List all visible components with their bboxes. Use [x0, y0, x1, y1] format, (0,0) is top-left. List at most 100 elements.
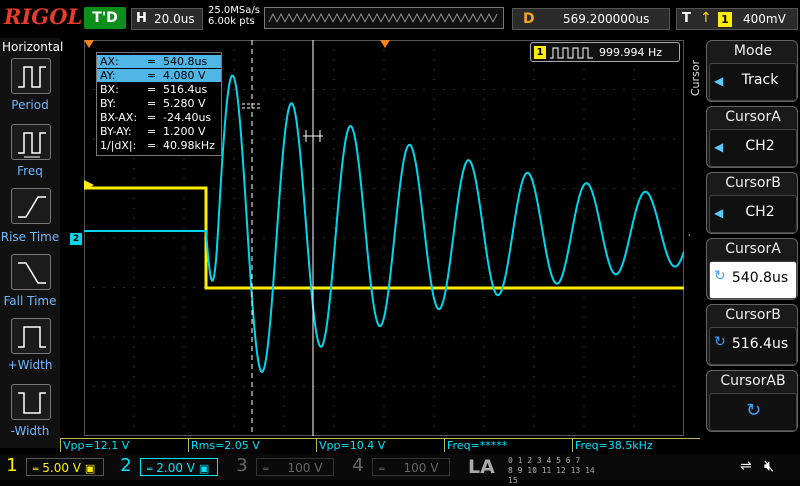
trigger-delay-marker [380, 40, 390, 48]
ch1-scale-box[interactable]: ═ 5.00 V ▣ [26, 458, 104, 476]
ch3-scale-box[interactable]: ═ 100 V [256, 458, 334, 476]
ch4-scale-box[interactable]: ═ 100 V [372, 458, 450, 476]
trigger-key-label: T [682, 11, 691, 26]
cursora-source-value: CH2 [745, 138, 775, 154]
cursor-readout-value: 4.080 V [163, 69, 206, 82]
cursor-readout-equals: = [147, 55, 157, 68]
ch3-scale-value: 100 V [287, 461, 323, 475]
ch1-number[interactable]: 1 [4, 455, 20, 476]
sample-info: 25.0MSa/s 6.00k pts [208, 5, 260, 27]
ch2-scale-value: 2.00 V [156, 461, 195, 475]
dc-coupling-icon: ═ [33, 465, 39, 475]
cursor-readout-row: BY: = 5.280 V [97, 97, 221, 110]
trigger-channel-badge: 1 [718, 12, 732, 27]
measurement-vpp-ch1[interactable]: Vpp=12.1 V [60, 438, 188, 452]
cursor-readout-name: BX-AX: [100, 111, 138, 124]
ch3-coupling-icon: ═ [263, 465, 269, 475]
freq-label: Freq [17, 164, 43, 178]
cursor-readout-name: BY: [100, 97, 116, 110]
ch4-number[interactable]: 4 [350, 455, 366, 476]
freq-channel-badge: 1 [534, 46, 546, 59]
logic-analyzer-label[interactable]: LA [468, 456, 495, 478]
cursor-readout-name: BY-AY: [100, 125, 132, 138]
measurement-freq-ch1[interactable]: Freq=***** [444, 438, 572, 452]
rising-edge-icon: ↑ [700, 10, 712, 26]
speaker-mute-icon[interactable]: 🔇︎ [764, 456, 774, 476]
positive-width-icon [18, 326, 46, 348]
cursor-readout-row: BX: = 516.4us [97, 83, 221, 96]
cursor-readout-equals: = [147, 125, 157, 138]
cursor-readout-value: 540.8us [163, 55, 208, 68]
cursorb-source-title: CursorB [725, 175, 781, 191]
usb-icon: ⇌ [740, 458, 752, 474]
ch4-scale-value: 100 V [403, 461, 439, 475]
cursor-readout-row: AY: = 4.080 V [97, 69, 221, 82]
cursorb-source-softkey[interactable]: CursorB ◀ CH2 [706, 172, 798, 234]
cursor-readout-panel: AX: = 540.8us AY: = 4.080 V BX: = 516.4us BY: = 5.2… [96, 52, 222, 156]
cursorb-source-value: CH2 [745, 204, 775, 220]
cursor-readout-value: -24.40us [163, 111, 212, 124]
ch2-number[interactable]: 2 [118, 455, 134, 476]
memory-depth-track[interactable] [264, 7, 504, 29]
ch2-scale-box[interactable]: ═ 2.00 V ▣ [140, 458, 218, 476]
logic-channels-high: 8 9 10 11 12 13 14 15 [508, 466, 595, 485]
cursor-readout-equals: = [147, 97, 157, 110]
measurement-freq-ch2[interactable]: Freq=38.5kHz [572, 438, 700, 452]
trigger-box[interactable]: T ↑ 1 400mV [676, 8, 798, 30]
rise-time-button[interactable] [11, 188, 51, 224]
cursora-position-softkey[interactable]: CursorA ↻ 540.8us [706, 238, 798, 300]
horizontal-key-label: H [136, 11, 147, 26]
freq-icon [18, 132, 46, 158]
toolbar-title: Horizontal [2, 40, 64, 54]
expand-arrow-icon: ◀ [714, 206, 724, 220]
cursorab-softkey[interactable]: CursorAB ↻ [706, 370, 798, 432]
positive-width-button[interactable] [11, 318, 51, 354]
ch1-offset-marker [84, 180, 94, 190]
cursorab-title: CursorAB [720, 373, 786, 389]
cursora-position-value-box: ↻ 540.8us [709, 261, 797, 299]
period-label: Period [11, 98, 49, 112]
brand-logo: RIGOL [4, 4, 83, 29]
trigger-level-value: 400mV [743, 12, 786, 26]
cursor-readout-name: AX: [100, 55, 119, 68]
fall-time-icon [18, 262, 46, 284]
fall-time-button[interactable] [11, 254, 51, 290]
measurement-vpp-ch2[interactable]: Vpp=10.4 V [316, 438, 444, 452]
measurement-rms[interactable]: Rms=2.05 V [188, 438, 316, 452]
logic-channel-grid[interactable]: 0 1 2 3 4 5 6 7 8 9 10 11 12 13 14 15 [508, 456, 606, 485]
cursorb-position-softkey[interactable]: CursorB ↻ 516.4us [706, 304, 798, 366]
rise-time-icon [18, 196, 46, 218]
cursora-position-value: 540.8us [731, 270, 789, 286]
ch3-number[interactable]: 3 [234, 455, 250, 476]
positive-width-label: +Width [7, 358, 53, 372]
expand-arrow-icon: ◀ [714, 140, 724, 154]
memory-points: 6.00k pts [208, 16, 255, 27]
cursorb-position-value: 516.4us [731, 336, 789, 352]
cursor-readout-value: 1.200 V [163, 125, 206, 138]
negative-width-icon [18, 392, 46, 414]
mode-title: Mode [733, 43, 773, 59]
square-wave-icon [550, 47, 593, 59]
freq-button[interactable] [11, 124, 51, 160]
cursor-readout-equals: = [147, 139, 157, 152]
ch4-coupling-icon: ═ [379, 465, 385, 475]
cursorb-position-title: CursorB [725, 307, 781, 323]
sample-rate: 25.0MSa/s [208, 5, 260, 16]
period-button[interactable] [11, 58, 51, 94]
rotate-knob-icon: ↻ [714, 268, 726, 284]
dc-coupling-icon: ═ [147, 465, 153, 475]
logic-channels-low: 0 1 2 3 4 5 6 7 [508, 456, 581, 465]
mode-softkey[interactable]: Mode ◀ Track [706, 40, 798, 102]
cursorab-value-box: ↻ [709, 393, 797, 431]
cursor-readout-name: 1/|dX|: [100, 139, 137, 152]
timebase-value: 20.0us [154, 12, 195, 26]
horizontal-timebase-box[interactable]: H 20.0us [131, 8, 203, 30]
cursora-source-softkey[interactable]: CursorA ◀ CH2 [706, 106, 798, 168]
ch2-offset-marker[interactable]: 2 [70, 233, 82, 245]
negative-width-button[interactable] [11, 384, 51, 420]
period-icon [18, 66, 46, 88]
trigger-status-badge[interactable]: T'D [84, 7, 126, 29]
delay-box[interactable]: D 569.200000us [512, 8, 670, 30]
rotate-knob-icon: ↻ [714, 334, 726, 350]
cursor-readout-value: 5.280 V [163, 97, 206, 110]
